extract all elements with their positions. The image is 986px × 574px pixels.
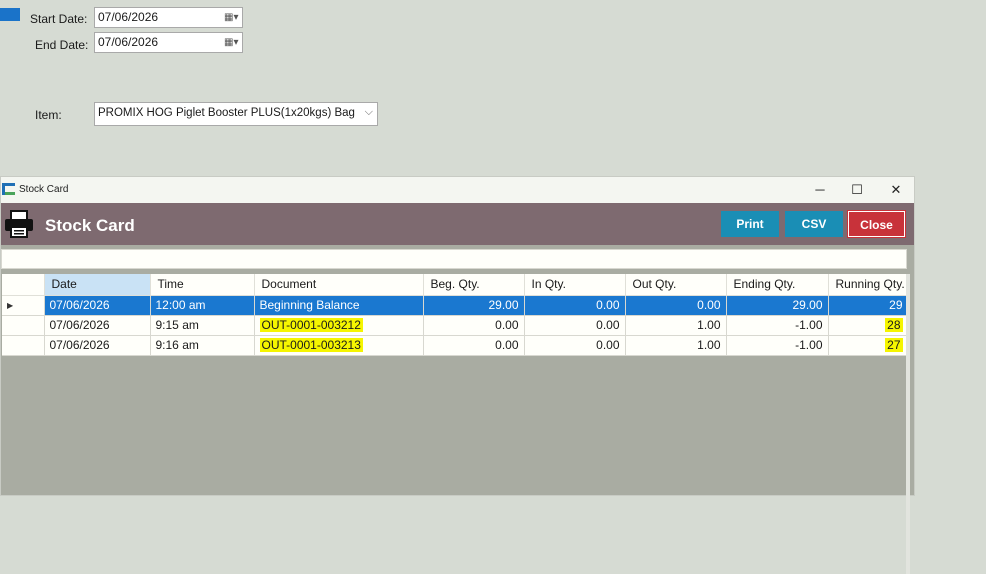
column-header-date[interactable]: Date [44, 274, 151, 296]
cell-running-qty: 27 [828, 335, 909, 356]
cell-beg-qty: 29.00 [423, 295, 525, 316]
cell-ending-qty: -1.00 [726, 335, 829, 356]
cell-time: 12:00 am [150, 295, 255, 316]
start-date-field[interactable]: 07/06/2026 ▦▾ [94, 7, 243, 28]
cell-in-qty: 0.00 [524, 295, 626, 316]
app-window-icon [2, 183, 15, 195]
cell-time: 9:16 am [150, 335, 255, 356]
table-row[interactable]: ▶ 07/06/2026 12:00 am Beginning Balance … [2, 295, 909, 316]
cell-out-qty: 1.00 [625, 335, 727, 356]
grid-filter-row[interactable] [1, 249, 907, 269]
grid-header-row: Date Time Document Beg. Qty. In Qty. Out… [2, 274, 909, 296]
end-date-label: End Date: [35, 38, 89, 52]
item-select[interactable]: PROMIX HOG Piglet Booster PLUS(1x20kgs) … [94, 102, 378, 126]
table-row[interactable]: 07/06/2026 9:16 am OUT-0001-003213 0.00 … [2, 335, 909, 356]
end-date-field[interactable]: 07/06/2026 ▦▾ [94, 32, 243, 53]
cell-date: 07/06/2026 [44, 295, 151, 316]
report-header: Stock Card Print CSV Close [1, 203, 914, 245]
cell-beg-qty: 0.00 [423, 315, 525, 336]
print-button[interactable]: Print [721, 211, 779, 237]
highlighted-document: OUT-0001-003212 [259, 318, 363, 332]
side-accent-bar [0, 8, 20, 21]
table-row[interactable]: 07/06/2026 9:15 am OUT-0001-003212 0.00 … [2, 315, 909, 336]
stock-card-grid: Date Time Document Beg. Qty. In Qty. Out… [2, 274, 909, 356]
cell-beg-qty: 0.00 [423, 335, 525, 356]
start-date-value: 07/06/2026 [98, 10, 159, 24]
cell-date: 07/06/2026 [44, 315, 151, 336]
csv-button[interactable]: CSV [785, 211, 843, 237]
highlighted-running-qty: 27 [885, 338, 903, 352]
column-header-beg-qty[interactable]: Beg. Qty. [423, 274, 525, 296]
maximize-button[interactable]: ☐ [844, 181, 870, 199]
cell-ending-qty: -1.00 [726, 315, 829, 336]
column-header-time[interactable]: Time [150, 274, 255, 296]
cell-ending-qty: 29.00 [726, 295, 829, 316]
cell-in-qty: 0.00 [524, 315, 626, 336]
column-header-document[interactable]: Document [254, 274, 424, 296]
stock-card-window: Stock Card ─ ☐ ✕ Stock Card Print CSV Cl… [0, 176, 915, 574]
cell-document: Beginning Balance [254, 295, 424, 316]
column-header-running-qty[interactable]: Running Qty. [828, 274, 909, 296]
row-selector-icon: ▶ [2, 295, 45, 316]
row-selector [2, 315, 45, 336]
column-header-ending-qty[interactable]: Ending Qty. [726, 274, 829, 296]
start-date-label: Start Date: [30, 12, 88, 26]
side-panel-edge [0, 0, 20, 175]
cell-running-qty: 29 [828, 295, 909, 316]
report-title: Stock Card [45, 216, 135, 235]
highlighted-document: OUT-0001-003213 [259, 338, 363, 352]
printer-icon [5, 210, 33, 238]
end-date-value: 07/06/2026 [98, 35, 159, 49]
minimize-button[interactable]: ─ [807, 181, 833, 199]
calendar-dropdown-icon[interactable]: ▦▾ [224, 37, 238, 48]
cell-in-qty: 0.00 [524, 335, 626, 356]
row-indicator-header [2, 274, 45, 296]
column-header-in-qty[interactable]: In Qty. [524, 274, 626, 296]
chevron-down-icon[interactable]: ⌵ [365, 106, 373, 119]
row-selector [2, 335, 45, 356]
window-title: Stock Card [19, 184, 69, 195]
item-label: Item: [35, 108, 62, 122]
cell-out-qty: 1.00 [625, 315, 727, 336]
cell-date: 07/06/2026 [44, 335, 151, 356]
item-select-value: PROMIX HOG Piglet Booster PLUS(1x20kgs) … [98, 107, 355, 119]
cell-running-qty: 28 [828, 315, 909, 336]
cell-document: OUT-0001-003213 [254, 335, 424, 356]
window-titlebar: Stock Card ─ ☐ ✕ [1, 177, 914, 203]
highlighted-running-qty: 28 [885, 318, 903, 332]
cell-out-qty: 0.00 [625, 295, 727, 316]
close-button[interactable]: Close [847, 210, 906, 238]
window-close-button[interactable]: ✕ [883, 181, 909, 199]
grid-scroll-edge [906, 274, 910, 574]
cell-document: OUT-0001-003212 [254, 315, 424, 336]
column-header-out-qty[interactable]: Out Qty. [625, 274, 727, 296]
cell-time: 9:15 am [150, 315, 255, 336]
calendar-dropdown-icon[interactable]: ▦▾ [224, 12, 238, 23]
